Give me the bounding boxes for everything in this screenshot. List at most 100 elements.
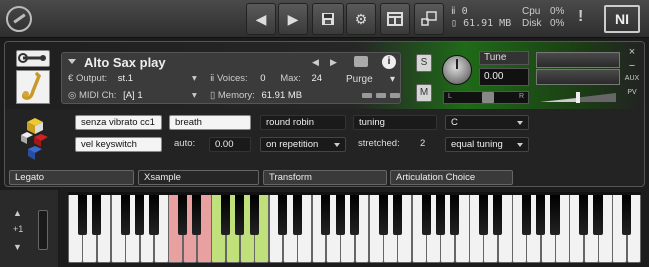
solo-button[interactable]: S: [416, 54, 432, 72]
black-key[interactable]: [192, 195, 202, 235]
instrument-prev-icon[interactable]: ◀: [312, 57, 319, 68]
auto-value[interactable]: 0.00: [209, 137, 251, 152]
black-key[interactable]: [450, 195, 460, 235]
black-key[interactable]: [378, 195, 388, 235]
midi-dropdown-icon[interactable]: ▾: [192, 90, 197, 101]
pan-slider[interactable]: L R: [443, 91, 529, 104]
purge-chevron-icon: ▾: [390, 74, 396, 85]
aux-button[interactable]: AUX: [624, 75, 640, 82]
voices-count: 0: [461, 6, 468, 17]
octave-down-icon[interactable]: ▼: [13, 242, 22, 252]
saxophone-icon: [16, 70, 50, 104]
black-key[interactable]: [593, 195, 603, 235]
tab-transform[interactable]: Transform: [263, 170, 387, 185]
instrument-menu-icon[interactable]: [68, 59, 76, 64]
black-key[interactable]: [120, 195, 130, 235]
disk-value: 0%: [550, 18, 565, 29]
output-icon: €: [68, 73, 74, 84]
black-key[interactable]: [178, 195, 188, 235]
vel-keyswitch-field[interactable]: vel keyswitch: [75, 137, 162, 152]
tab-articulation-choice[interactable]: Articulation Choice: [390, 170, 513, 185]
voices-icon: ⅱ: [451, 6, 456, 17]
black-key[interactable]: [321, 195, 331, 235]
pan-left-label: L: [448, 93, 452, 100]
pitch-wheel[interactable]: [38, 210, 48, 250]
voices-icon-small: ⅱ: [210, 73, 215, 84]
temperament-dropdown[interactable]: equal tuning: [445, 137, 529, 152]
next-arrow-icon[interactable]: ▶: [278, 3, 308, 35]
midi-label: MIDI Ch:: [78, 90, 117, 101]
black-key[interactable]: [292, 195, 302, 235]
breath-field[interactable]: breath: [169, 115, 251, 130]
layout-icon[interactable]: [380, 3, 410, 35]
memory-icon: ▯: [451, 18, 458, 29]
output-dropdown-icon[interactable]: ▾: [192, 73, 197, 84]
instrument-next-icon[interactable]: ▶: [330, 57, 337, 68]
black-key[interactable]: [550, 195, 560, 235]
memory-row: ▯ Memory: 61.91 MB: [210, 90, 302, 101]
black-key[interactable]: [235, 195, 245, 235]
black-key[interactable]: [278, 195, 288, 235]
level-meter-left: [536, 52, 620, 68]
articulation-field[interactable]: senza vibrato cc1: [75, 115, 162, 130]
instrument-name-bar: Alto Sax play ◀ ▶ i € Output: st.1 ▾ ⅱ V…: [61, 52, 401, 104]
instrument-name[interactable]: Alto Sax play: [84, 55, 166, 70]
kontakt-logo-icon[interactable]: [6, 6, 32, 32]
black-key[interactable]: [579, 195, 589, 235]
black-key[interactable]: [77, 195, 87, 235]
camera-icon[interactable]: [354, 56, 368, 67]
piano-keyboard[interactable]: [68, 195, 642, 263]
instrument-panel: Alto Sax play ◀ ▶ i € Output: st.1 ▾ ⅱ V…: [4, 41, 645, 187]
stretched-value[interactable]: 2: [415, 137, 437, 152]
octave-shift-value: +1: [13, 224, 24, 234]
tune-knob[interactable]: [442, 55, 472, 85]
output-value[interactable]: st.1: [118, 73, 133, 84]
info-icon[interactable]: i: [382, 55, 396, 69]
black-key[interactable]: [478, 195, 488, 235]
close-button[interactable]: ×: [624, 46, 640, 58]
black-key[interactable]: [493, 195, 503, 235]
black-key[interactable]: [220, 195, 231, 235]
mute-button[interactable]: M: [416, 84, 432, 102]
gear-icon[interactable]: ⚙: [346, 3, 376, 35]
mini-button-2[interactable]: [376, 93, 386, 98]
tuning-button[interactable]: tuning: [353, 115, 437, 130]
pan-handle[interactable]: [482, 92, 494, 103]
repetition-dropdown[interactable]: on repetition: [260, 137, 346, 152]
tab-legato[interactable]: Legato: [9, 170, 134, 185]
save-icon[interactable]: [312, 3, 344, 35]
black-key[interactable]: [249, 195, 259, 235]
key-dropdown[interactable]: C: [445, 115, 529, 130]
black-key[interactable]: [622, 195, 632, 235]
black-key[interactable]: [349, 195, 360, 235]
pv-button[interactable]: PV: [624, 89, 640, 96]
pan-right-label: R: [518, 93, 524, 100]
midi-row[interactable]: ◎ MIDI Ch: [A] 1 ▾: [68, 90, 197, 101]
black-key[interactable]: [92, 195, 102, 235]
black-key[interactable]: [435, 195, 446, 235]
ni-logo[interactable]: NI: [604, 5, 640, 33]
mini-button-3[interactable]: [390, 93, 400, 98]
black-key[interactable]: [335, 195, 345, 235]
wrench-icon[interactable]: [16, 50, 50, 67]
black-key[interactable]: [521, 195, 531, 235]
black-key[interactable]: [392, 195, 403, 235]
max-voices-value[interactable]: 24: [311, 73, 322, 84]
mini-button-1[interactable]: [362, 93, 372, 98]
tab-xsample[interactable]: Xsample: [138, 170, 259, 185]
output-row[interactable]: € Output: st.1 ▾: [68, 73, 197, 84]
minimize-icon[interactable]: [414, 3, 444, 35]
volume-slider[interactable]: [536, 91, 620, 104]
purge-dropdown[interactable]: Purge ▾: [346, 74, 400, 88]
black-key[interactable]: [135, 195, 145, 235]
alert-icon[interactable]: !: [578, 8, 583, 26]
round-robin-button[interactable]: round robin: [260, 115, 346, 130]
black-key[interactable]: [536, 195, 546, 235]
tune-value[interactable]: 0.00: [479, 68, 529, 86]
black-key[interactable]: [149, 195, 159, 235]
octave-up-icon[interactable]: ▲: [13, 208, 22, 218]
black-key[interactable]: [421, 195, 431, 235]
collapse-button[interactable]: −: [624, 60, 640, 72]
midi-value[interactable]: [A] 1: [123, 90, 143, 101]
prev-arrow-icon[interactable]: ◀: [246, 3, 276, 35]
